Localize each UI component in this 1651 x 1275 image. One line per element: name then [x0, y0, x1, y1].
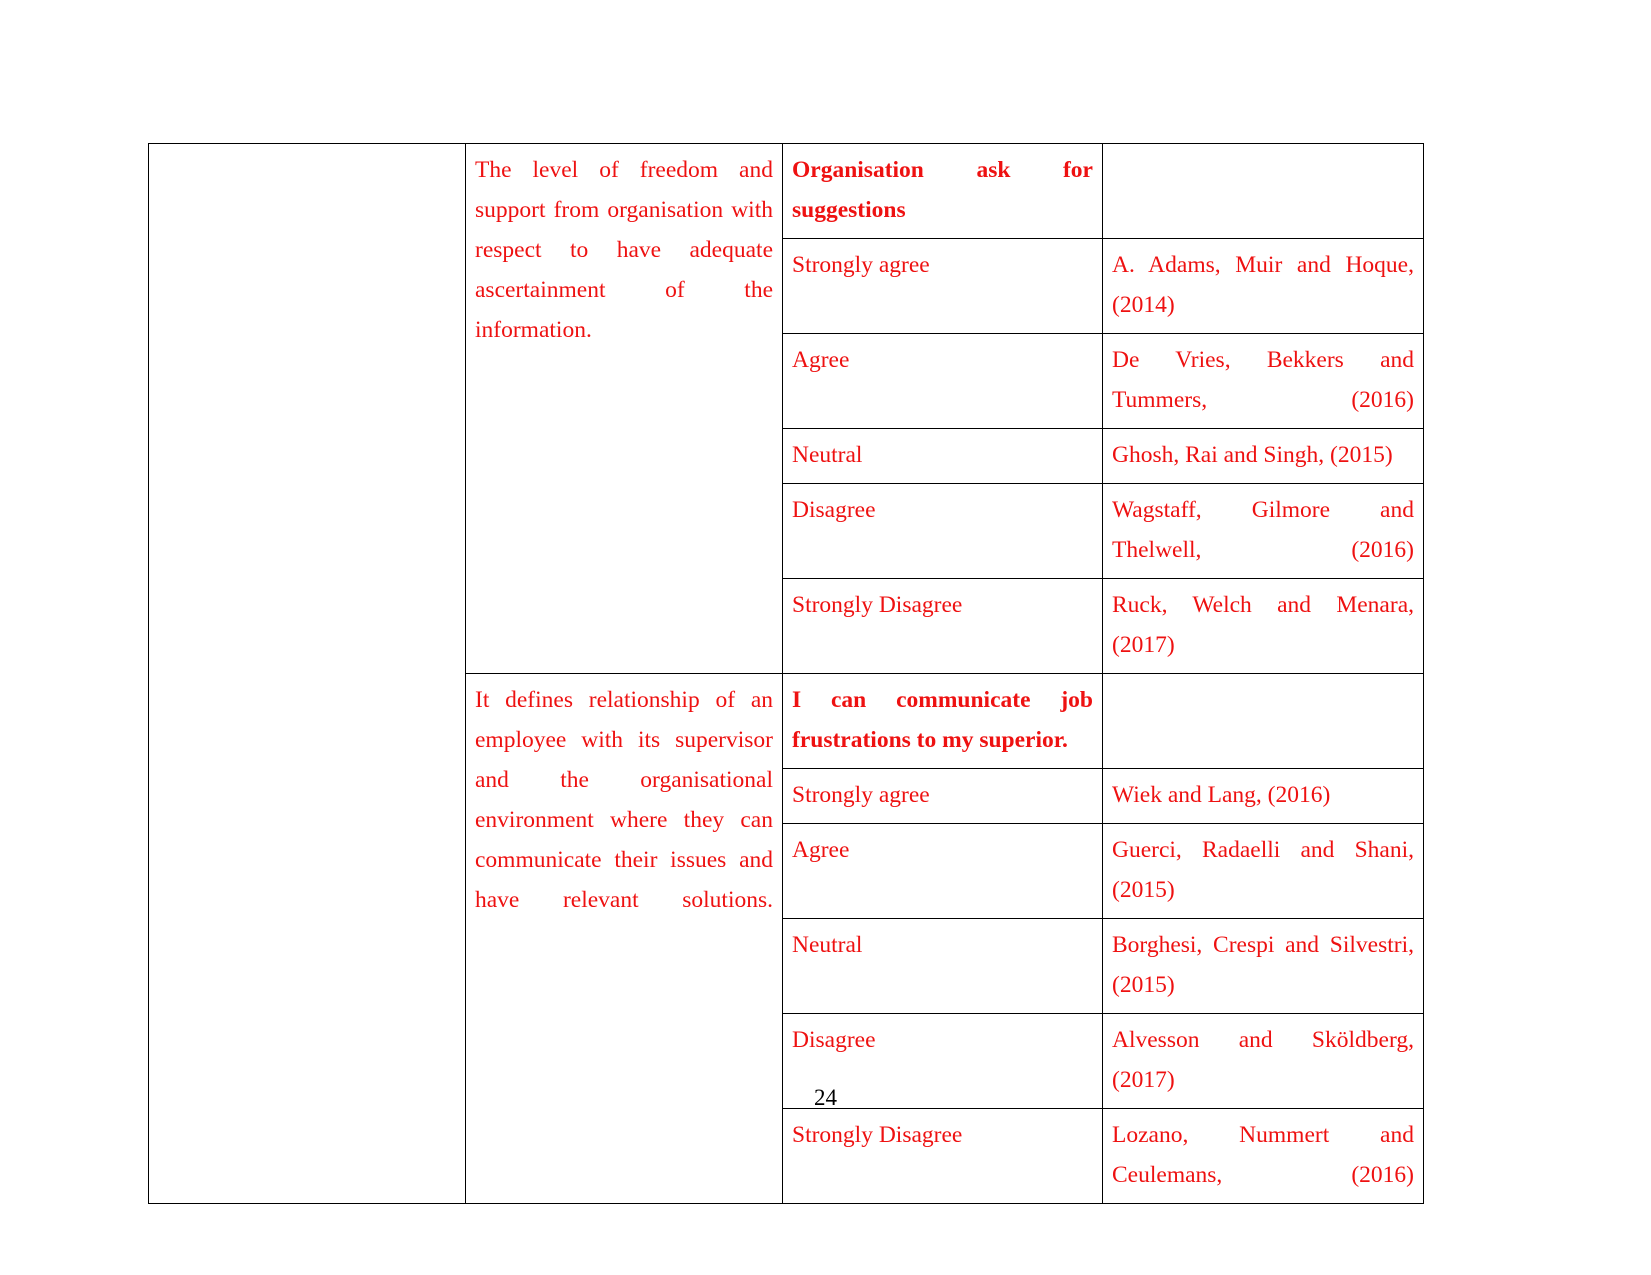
research-instrument-table: The level of freedom and support from or… [148, 143, 1424, 1204]
section-2-statement-cell: I can communicate job frustrations to my… [782, 673, 1103, 769]
author-citation: Lozano, Nummert and Ceulemans, (2016) [1112, 1122, 1414, 1188]
scale-cell: Agree [782, 333, 1103, 429]
scale-label: Neutral [792, 932, 863, 958]
author-citation: Ghosh, Rai and Singh, (2015) [1112, 442, 1393, 468]
scale-label: Strongly Disagree [792, 1122, 963, 1148]
section-1-description-text: The level of freedom and support from or… [475, 157, 773, 343]
author-cell: Ruck, Welch and Menara, (2017) [1102, 578, 1424, 674]
author-cell: Borghesi, Crespi and Silvestri, (2015) [1102, 918, 1424, 1014]
section-2-description-cell: It defines relationship of an employee w… [465, 673, 783, 1204]
page-number: 24 [814, 1085, 837, 1110]
author-citation: De Vries, Bekkers and Tummers, (2016) [1112, 347, 1414, 413]
scale-label: Agree [792, 837, 850, 863]
author-cell: De Vries, Bekkers and Tummers, (2016) [1102, 333, 1424, 429]
author-cell: A. Adams, Muir and Hoque, (2014) [1102, 238, 1424, 334]
scale-cell: Disagree [782, 483, 1103, 579]
section-1-description-cell: The level of freedom and support from or… [465, 143, 783, 674]
section-2-statement-bold: I can communicate job frustrations to my… [792, 687, 1093, 753]
author-citation: Ruck, Welch and Menara, (2017) [1112, 592, 1414, 658]
scale-cell: Agree [782, 823, 1103, 919]
author-citation: Borghesi, Crespi and Silvestri, (2015) [1112, 932, 1414, 998]
table-row: The level of freedom and support from or… [148, 143, 1424, 1204]
scale-label: Agree [792, 347, 850, 373]
section-2-statement-period: . [1062, 727, 1068, 753]
section-1-statement-author-cell [1102, 143, 1424, 239]
scale-label: Strongly Disagree [792, 592, 963, 618]
section-1-statement-cell: Organisation ask for suggestions [782, 143, 1103, 239]
author-cell: Guerci, Radaelli and Shani, (2015) [1102, 823, 1424, 919]
section-2-statement-author-cell [1102, 673, 1424, 769]
scale-cell: Neutral [782, 428, 1103, 484]
scale-cell: Neutral [782, 918, 1103, 1014]
author-citation: Wagstaff, Gilmore and Thelwell, (2016) [1112, 497, 1414, 563]
author-citation: Wiek and Lang, (2016) [1112, 782, 1331, 808]
author-cell: Ghosh, Rai and Singh, (2015) [1102, 428, 1424, 484]
scale-cell: Strongly Disagree [782, 1108, 1103, 1204]
scale-cell: Strongly agree [782, 768, 1103, 824]
scale-cell: Strongly Disagree [782, 578, 1103, 674]
author-cell: Lozano, Nummert and Ceulemans, (2016) [1102, 1108, 1424, 1204]
author-citation: Guerci, Radaelli and Shani, (2015) [1112, 837, 1414, 903]
empty-first-column-cell [148, 143, 466, 1204]
document-page: The level of freedom and support from or… [0, 0, 1651, 1275]
scale-label: Strongly agree [792, 782, 930, 808]
section-1-statement-text: Organisation ask for suggestions [792, 157, 1093, 223]
author-citation: A. Adams, Muir and Hoque, (2014) [1112, 252, 1414, 318]
author-cell: Wagstaff, Gilmore and Thelwell, (2016) [1102, 483, 1424, 579]
section-2-description-text: It defines relationship of an employee w… [475, 687, 773, 913]
section-2-statement-text: I can communicate job frustrations to my… [792, 680, 1093, 760]
scale-label: Strongly agree [792, 252, 930, 278]
scale-label: Neutral [792, 442, 863, 468]
scale-label: Disagree [792, 1027, 876, 1053]
scale-label: Disagree [792, 497, 876, 523]
scale-cell: Strongly agree [782, 238, 1103, 334]
author-cell: Wiek and Lang, (2016) [1102, 768, 1424, 824]
